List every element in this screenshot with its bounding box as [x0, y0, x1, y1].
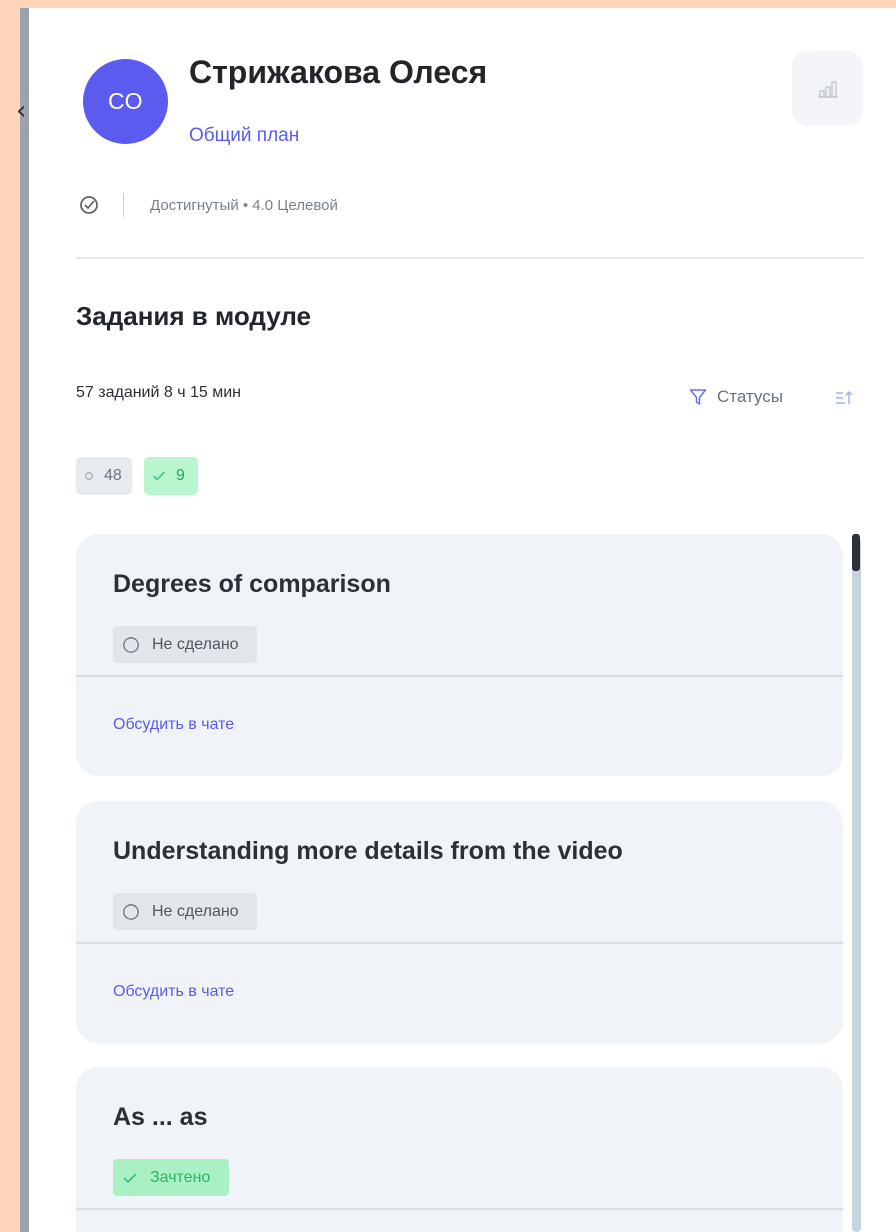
status-text: Зачтено [150, 1168, 211, 1186]
check-icon [152, 471, 166, 481]
task-title: As ... as [113, 1103, 208, 1131]
task-title: Degrees of comparison [113, 570, 391, 598]
goal-text: Достигнутый • 4.0 Целевой [150, 196, 338, 214]
status-badge: Не сделано [113, 893, 257, 930]
not-done-count: 48 [104, 467, 122, 484]
general-plan-link[interactable]: Общий план [189, 125, 299, 147]
status-badge: Зачтено [113, 1159, 229, 1196]
module-tasks-title: Задания в модуле [76, 301, 312, 331]
section-divider [76, 257, 864, 259]
task-card[interactable]: As ... as Зачтено [76, 1067, 843, 1232]
status-counters: 48 9 [76, 457, 198, 495]
student-panel: СО Стрижакова Олеся Общий план Достигнут… [29, 8, 896, 1232]
circle-icon [123, 636, 139, 653]
scrollbar-thumb[interactable] [852, 534, 860, 571]
task-title: Understanding more details from the vide… [113, 837, 623, 865]
statuses-label: Статусы [717, 387, 783, 406]
statistics-button[interactable] [792, 51, 863, 126]
bar-chart-icon [817, 80, 838, 98]
chevron-left-icon[interactable]: ‹ [16, 96, 26, 126]
card-divider [76, 675, 843, 677]
goal-row: Достигнутый • 4.0 Целевой [79, 193, 338, 217]
student-name: Стрижакова Олеся [189, 54, 488, 90]
target-check-icon [80, 196, 98, 214]
sort-button[interactable] [834, 389, 854, 412]
filter-icon [689, 389, 707, 405]
not-done-counter[interactable]: 48 [76, 457, 132, 495]
card-divider [76, 942, 843, 944]
scrollbar-track[interactable] [852, 538, 861, 1232]
avatar: СО [83, 59, 168, 144]
circle-icon [85, 472, 93, 480]
discuss-in-chat-link[interactable]: Обсудить в чате [113, 983, 234, 1001]
task-card[interactable]: Degrees of comparison Не сделано Обсудит… [76, 534, 843, 776]
circle-icon [123, 903, 139, 920]
task-card[interactable]: Understanding more details from the vide… [76, 801, 843, 1043]
background-app-strip: ‹ [16, 8, 29, 1232]
discuss-in-chat-link[interactable]: Обсудить в чате [113, 716, 234, 734]
avatar-initials: СО [108, 88, 143, 114]
status-text: Не сделано [152, 902, 239, 920]
status-badge: Не сделано [113, 626, 257, 663]
status-text: Не сделано [152, 635, 239, 653]
screenshot-frame: ‹ СО Стрижакова Олеся Общий план Достигн… [0, 0, 896, 1232]
done-counter[interactable]: 9 [144, 457, 198, 495]
divider [123, 193, 124, 217]
check-icon [123, 1172, 137, 1183]
module-summary: 57 заданий 8 ч 15 мин [76, 384, 242, 401]
done-count: 9 [176, 467, 185, 484]
sort-icon [836, 390, 853, 404]
statuses-filter-button[interactable]: Статусы [689, 387, 783, 407]
card-divider [76, 1208, 843, 1210]
